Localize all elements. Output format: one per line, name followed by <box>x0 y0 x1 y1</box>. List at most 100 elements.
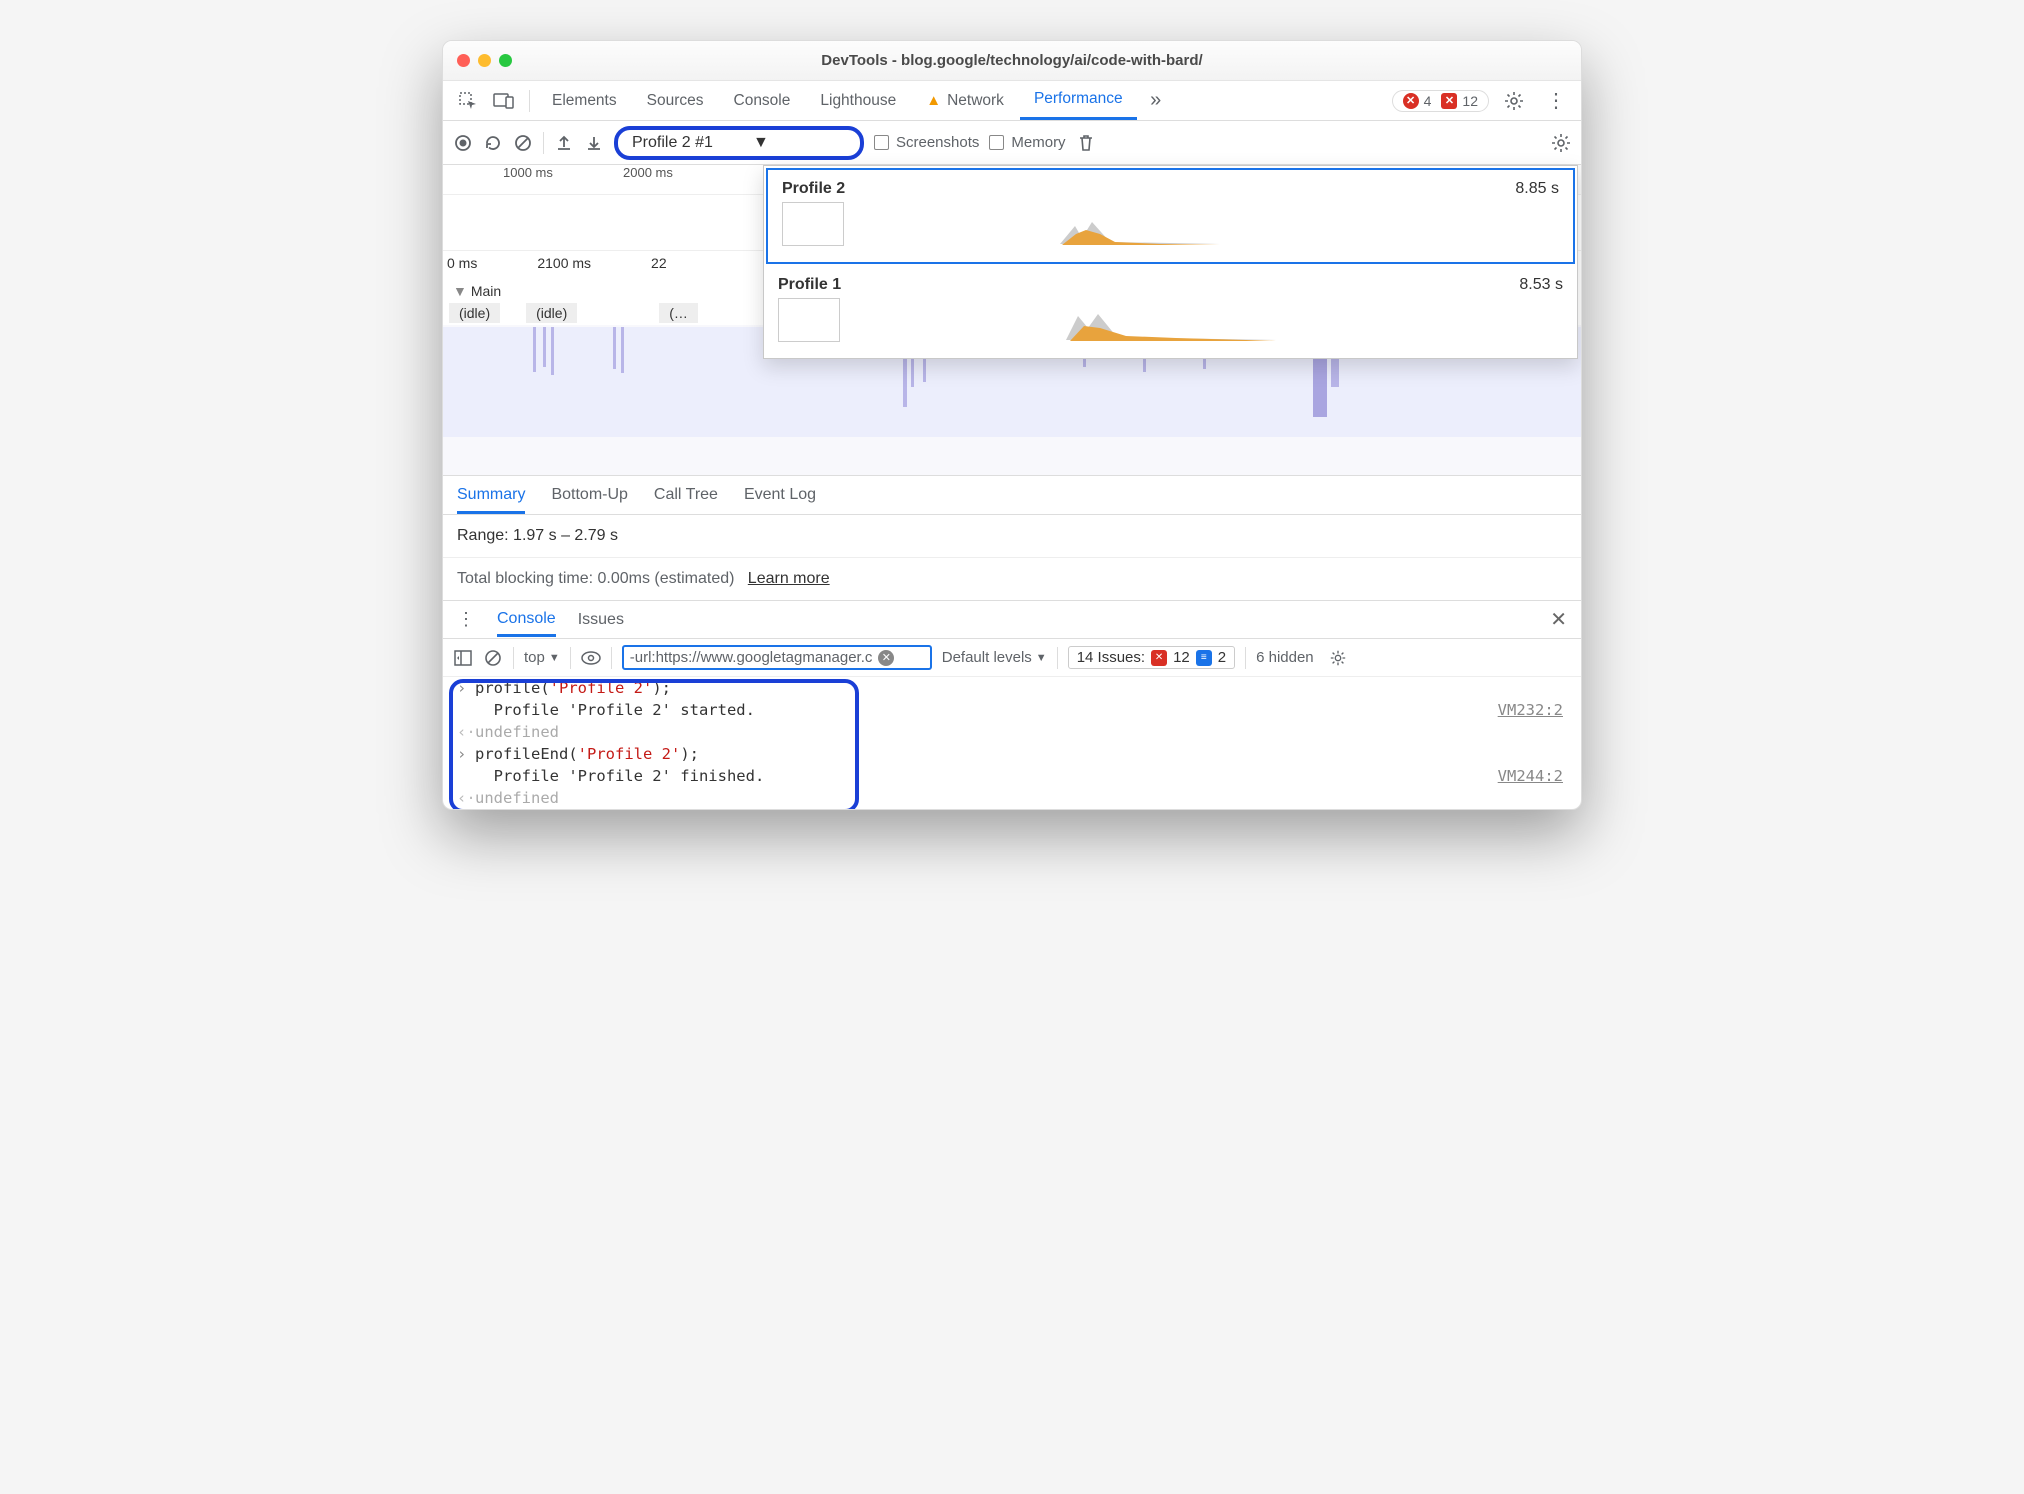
memory-checkbox[interactable]: Memory <box>989 134 1065 151</box>
subtab-bottomup[interactable]: Bottom-Up <box>551 486 627 504</box>
chevron-down-icon: ▼ <box>549 652 560 664</box>
code-text: profile( <box>475 679 550 697</box>
issue-count: 12 <box>1462 93 1478 109</box>
live-expression-icon[interactable] <box>581 648 601 668</box>
console-input-line[interactable]: ›profile('Profile 2'); <box>443 677 1581 699</box>
ruler-tick: 2000 ms <box>623 165 743 194</box>
disclosure-triangle-icon[interactable]: ▼ <box>453 283 467 299</box>
source-link[interactable]: VM244:2 <box>1498 767 1563 785</box>
profile-history-item[interactable]: Profile 1 8.53 s <box>764 266 1577 358</box>
clear-button[interactable] <box>513 133 533 153</box>
settings-gear-icon[interactable] <box>1497 84 1531 118</box>
profile-thumbnail <box>778 298 840 342</box>
source-link[interactable]: VM232:2 <box>1498 701 1563 719</box>
reload-record-button[interactable] <box>483 133 503 153</box>
upload-profile-button[interactable] <box>554 133 574 153</box>
profile-duration: 8.85 s <box>1515 180 1559 198</box>
levels-value: Default levels <box>942 649 1032 666</box>
delete-profile-button[interactable] <box>1076 133 1096 153</box>
more-tabs-icon[interactable]: » <box>1139 84 1173 118</box>
issue-square-icon: ✕ <box>1441 93 1457 109</box>
tab-network[interactable]: ▲Network <box>912 81 1018 120</box>
code-text: ); <box>680 745 699 763</box>
performance-toolbar: Profile 2 #1 ▼ Screenshots Memory <box>443 121 1581 165</box>
console-result-line: ‹·undefined <box>443 787 1581 809</box>
profile-select-dropdown[interactable]: Profile 2 #1 ▼ <box>614 126 864 160</box>
context-selector[interactable]: top ▼ <box>524 649 560 666</box>
inspect-element-icon[interactable] <box>451 84 485 118</box>
tab-sources[interactable]: Sources <box>633 81 718 120</box>
console-messages: ›profile('Profile 2'); Profile 'Profile … <box>443 677 1581 809</box>
console-result-line: ‹·undefined <box>443 721 1581 743</box>
tab-lighthouse[interactable]: Lighthouse <box>806 81 910 120</box>
console-output-line: Profile 'Profile 2' finished.VM244:2 <box>443 765 1581 787</box>
tab-elements[interactable]: Elements <box>538 81 631 120</box>
panel-tabstrip: Elements Sources Console Lighthouse ▲Net… <box>443 81 1581 121</box>
capture-settings-gear-icon[interactable] <box>1551 133 1571 153</box>
profile-name: Profile 1 <box>778 276 841 294</box>
truncated-block: (… <box>659 303 698 323</box>
tab-console[interactable]: Console <box>720 81 805 120</box>
devtools-window: DevTools - blog.google/technology/ai/cod… <box>442 40 1582 810</box>
drawer-tab-console[interactable]: Console <box>497 610 556 637</box>
issue-error-icon: ✕ <box>1151 650 1167 666</box>
screenshots-checkbox[interactable]: Screenshots <box>874 134 979 151</box>
kebab-menu-icon[interactable]: ⋮ <box>1539 84 1573 118</box>
profile-history-item[interactable]: Profile 28.85 s <box>766 168 1575 264</box>
issues-info-count: 2 <box>1218 649 1226 666</box>
issues-counter[interactable]: 14 Issues: ✕12 ≡2 <box>1068 646 1235 669</box>
profile-duration: 8.53 s <box>1519 276 1563 294</box>
console-input-line[interactable]: ›profileEnd('Profile 2'); <box>443 743 1581 765</box>
chevron-down-icon: ▼ <box>753 134 769 152</box>
screenshots-label: Screenshots <box>896 134 979 151</box>
blocking-time-text: Total blocking time: 0.00ms (estimated) <box>457 570 734 587</box>
subtab-summary[interactable]: Summary <box>457 486 525 514</box>
console-output-line: Profile 'Profile 2' started.VM232:2 <box>443 699 1581 721</box>
record-button[interactable] <box>453 133 473 153</box>
ruler-tick: 0 ms <box>447 255 477 271</box>
ruler-tick: 22 <box>651 255 667 271</box>
console-toolbar: top ▼ -url:https://www.googletagmanager.… <box>443 639 1581 677</box>
details-subtabs: Summary Bottom-Up Call Tree Event Log <box>443 475 1581 515</box>
drawer-menu-icon[interactable]: ⋮ <box>457 609 475 630</box>
profile-spark <box>846 304 1563 342</box>
zoom-window-button[interactable] <box>499 54 512 67</box>
profile-history-dropdown: Profile 28.85 s Profile 1 8.53 s <box>763 165 1578 359</box>
log-levels-dropdown[interactable]: Default levels ▼ <box>942 649 1047 666</box>
ruler-tick: 1000 ms <box>503 165 623 194</box>
idle-block: (idle) <box>526 303 577 323</box>
idle-block: (idle) <box>449 303 500 323</box>
download-profile-button[interactable] <box>584 133 604 153</box>
undefined-text: undefined <box>475 789 559 807</box>
profile-select-value: Profile 2 #1 <box>632 134 713 152</box>
code-string: 'Profile 2' <box>578 745 681 763</box>
clear-console-button[interactable] <box>483 648 503 668</box>
clear-filter-icon[interactable]: ✕ <box>878 650 894 666</box>
minimize-window-button[interactable] <box>478 54 491 67</box>
ruler-tick: 2100 ms <box>537 255 591 271</box>
blocking-time-row: Total blocking time: 0.00ms (estimated) … <box>443 558 1581 601</box>
error-counter[interactable]: ✕4 ✕12 <box>1392 90 1489 112</box>
issues-error-count: 12 <box>1173 649 1190 666</box>
issue-info-icon: ≡ <box>1196 650 1212 666</box>
hidden-count: 6 hidden <box>1256 649 1314 666</box>
close-window-button[interactable] <box>457 54 470 67</box>
code-string: 'Profile 2' <box>550 679 653 697</box>
drawer-tabstrip: ⋮ Console Issues ✕ <box>443 601 1581 639</box>
console-sidebar-toggle-icon[interactable] <box>453 648 473 668</box>
chevron-down-icon: ▼ <box>1036 652 1047 664</box>
profile-thumbnail <box>782 202 844 246</box>
subtab-calltree[interactable]: Call Tree <box>654 486 718 504</box>
subtab-eventlog[interactable]: Event Log <box>744 486 816 504</box>
drawer-tab-issues[interactable]: Issues <box>578 611 624 629</box>
error-circle-icon: ✕ <box>1403 93 1419 109</box>
tab-performance[interactable]: Performance <box>1020 81 1137 120</box>
titlebar: DevTools - blog.google/technology/ai/cod… <box>443 41 1581 81</box>
console-settings-gear-icon[interactable] <box>1328 648 1348 668</box>
close-drawer-icon[interactable]: ✕ <box>1550 607 1567 632</box>
warning-icon: ▲ <box>926 92 941 109</box>
learn-more-link[interactable]: Learn more <box>748 570 830 587</box>
performance-overview-area: 1000 ms 2000 ms 9000 n CPU NET 0 ms 2100… <box>443 165 1581 475</box>
device-toolbar-icon[interactable] <box>487 84 521 118</box>
console-filter-input[interactable]: -url:https://www.googletagmanager.c ✕ <box>622 645 932 670</box>
